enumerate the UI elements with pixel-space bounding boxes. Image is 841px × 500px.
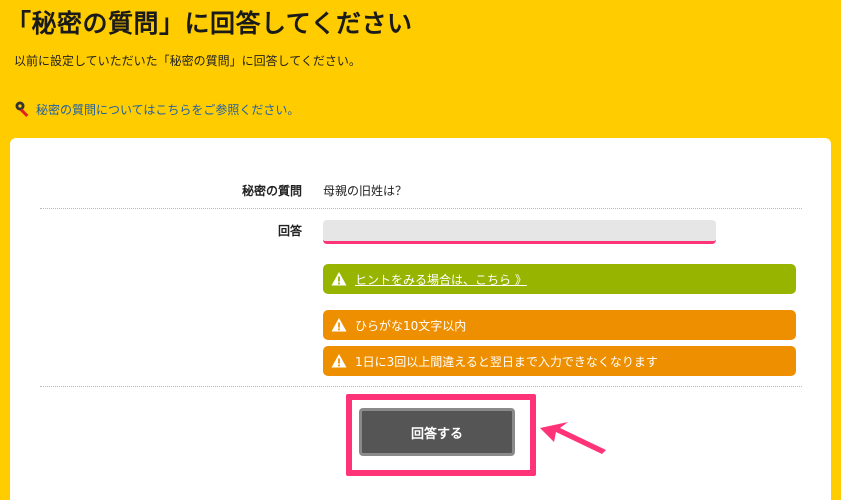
submit-answer-button[interactable]: 回答する — [359, 408, 515, 456]
divider — [40, 208, 802, 209]
hint-notice[interactable]: ヒントをみる場合は、こちら 》 — [323, 264, 796, 294]
answer-label: 回答 — [277, 224, 302, 238]
page-title: 「秘密の質問」に回答してください — [6, 9, 413, 38]
attempt-limit-text: 1日に3回以上間違えると翌日まで入力できなくなります — [355, 354, 658, 369]
hiragana-rule-notice: ひらがな10文字以内 — [323, 310, 796, 340]
secret-question-label: 秘密の質問 — [241, 184, 302, 198]
hiragana-rule-text: ひらがな10文字以内 — [355, 318, 467, 333]
warning-icon — [331, 272, 347, 286]
question-card: 秘密の質問 母親の旧姓は？ 回答 ヒントをみる場合は、こちら 》 ひらがな10文… — [10, 138, 831, 500]
attempt-limit-notice: 1日に3回以上間違えると翌日まで入力できなくなります — [323, 346, 796, 376]
warning-icon — [331, 354, 347, 368]
pointer-arrow-icon — [540, 422, 606, 454]
warning-icon — [331, 318, 347, 332]
help-link-label: 秘密の質問についてはこちらをご参照ください。 — [36, 102, 300, 117]
secret-question-help-link[interactable]: 秘密の質問についてはこちらをご参照ください。 — [14, 100, 299, 118]
divider — [40, 386, 802, 387]
hint-link[interactable]: ヒントをみる場合は、こちら 》 — [355, 271, 527, 288]
answer-input[interactable] — [323, 220, 716, 244]
page-subtitle: 以前に設定していただいた「秘密の質問」に回答してください。 — [14, 54, 361, 68]
key-icon — [15, 101, 29, 117]
secret-question-value: 母親の旧姓は？ — [323, 184, 408, 198]
